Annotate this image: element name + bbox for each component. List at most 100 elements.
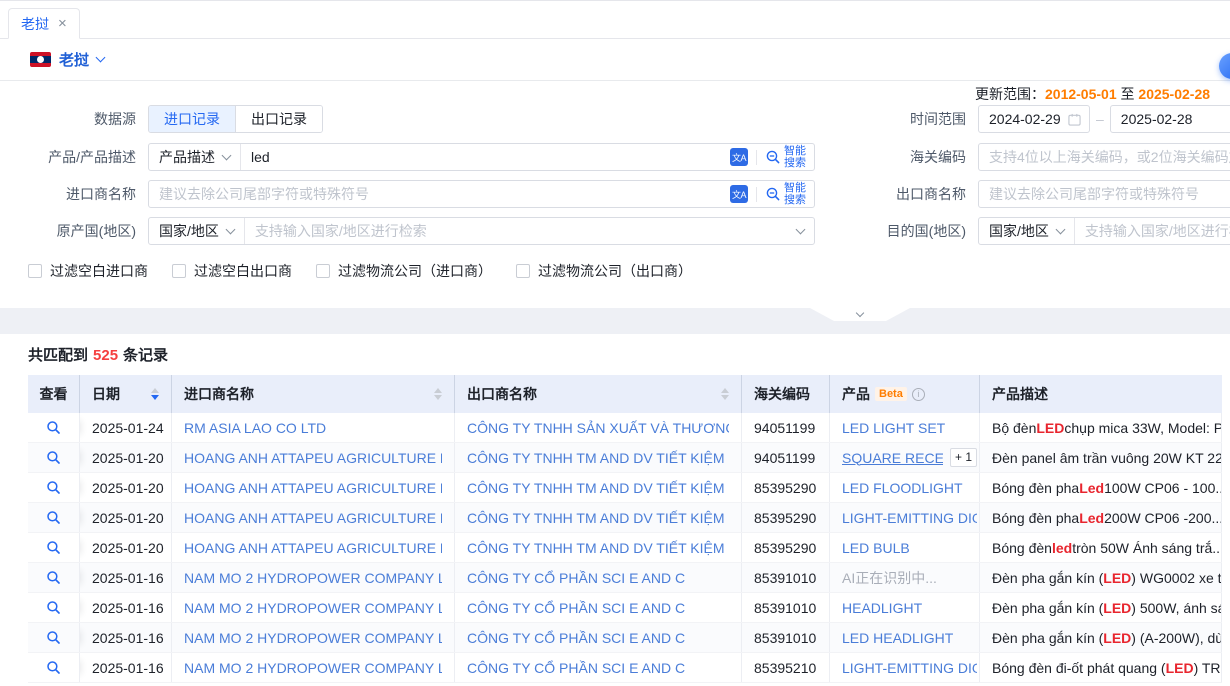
importer-link[interactable]: NAM MO 2 HYDROPOWER COMPANY LIMI... bbox=[184, 600, 442, 616]
sort-icons[interactable] bbox=[151, 388, 159, 400]
exporter-link[interactable]: CÔNG TY CỔ PHẦN SCI E AND C bbox=[467, 600, 685, 616]
exporter-link[interactable]: CÔNG TY TNHH TM AND DV TIẾT KIỆM NĂ... bbox=[467, 480, 729, 496]
view-record-button[interactable] bbox=[46, 450, 61, 465]
product-link[interactable]: LIGHT-EMITTING DIO... bbox=[842, 510, 977, 526]
table-body: 2025-01-24 RM ASIA LAO CO LTD CÔNG TY TN… bbox=[28, 413, 1222, 683]
translate-icon[interactable]: 文A bbox=[730, 185, 748, 203]
product-link[interactable]: LED HEADLIGHT bbox=[842, 630, 953, 646]
date-cell: 2025-01-20 bbox=[80, 533, 172, 562]
filter-logistics-exporter-checkbox[interactable]: 过滤物流公司（出口商） bbox=[516, 261, 692, 281]
importer-cell: HOANG ANH ATTAPEU AGRICULTURE DEVE... bbox=[172, 503, 455, 532]
product-link[interactable]: HEADLIGHT bbox=[842, 600, 922, 616]
importer-link[interactable]: HOANG ANH ATTAPEU AGRICULTURE DEVE... bbox=[184, 510, 442, 526]
view-cell bbox=[28, 563, 80, 592]
filter-logistics-importer-checkbox[interactable]: 过滤物流公司（进口商） bbox=[316, 261, 492, 281]
product-link[interactable]: LIGHT-EMITTING DIO... bbox=[842, 660, 977, 676]
col-header-date[interactable]: 日期 bbox=[80, 375, 172, 413]
panel-gap bbox=[0, 308, 1230, 334]
product-link[interactable]: AI正在识别中... bbox=[842, 568, 937, 588]
view-record-button[interactable] bbox=[46, 630, 61, 645]
exporter-cell: CÔNG TY TNHH TM AND DV TIẾT KIỆM NĂ... bbox=[455, 533, 742, 562]
product-cell: LED BULB bbox=[830, 533, 980, 562]
table-row: 2025-01-20 HOANG ANH ATTAPEU AGRICULTURE… bbox=[28, 473, 1222, 503]
importer-link[interactable]: NAM MO 2 HYDROPOWER COMPANY LIMI... bbox=[184, 630, 442, 646]
view-record-button[interactable] bbox=[46, 570, 61, 585]
importer-link[interactable]: HOANG ANH ATTAPEU AGRICULTURE DEVE... bbox=[184, 480, 442, 496]
chevron-down-icon bbox=[1055, 224, 1065, 234]
date-cell: 2025-01-20 bbox=[80, 503, 172, 532]
col-header-importer[interactable]: 进口商名称 bbox=[172, 375, 455, 413]
importer-link[interactable]: RM ASIA LAO CO LTD bbox=[184, 420, 326, 436]
exporter-link[interactable]: CÔNG TY CỔ PHẦN SCI E AND C bbox=[467, 660, 685, 676]
tab-laos[interactable]: 老挝 × bbox=[8, 8, 80, 39]
hs-code-label: 海关编码 bbox=[846, 147, 978, 167]
summary-prefix: 共匹配到 bbox=[28, 347, 88, 364]
update-range-label: 更新范围： bbox=[975, 86, 1045, 102]
info-icon[interactable] bbox=[912, 388, 925, 401]
product-cell: LIGHT-EMITTING DIO... bbox=[830, 653, 980, 682]
importer-cell: HOANG ANH ATTAPEU AGRICULTURE DEVE... bbox=[172, 473, 455, 502]
hs-code-cell: 85395290 bbox=[742, 473, 830, 502]
smart-search-button[interactable]: 智能搜索 bbox=[765, 182, 806, 206]
filter-blank-exporter-checkbox[interactable]: 过滤空白出口商 bbox=[172, 261, 292, 281]
table-row: 2025-01-20 HOANG ANH ATTAPEU AGRICULTURE… bbox=[28, 533, 1222, 563]
filter-blank-importer-checkbox[interactable]: 过滤空白进口商 bbox=[28, 261, 148, 281]
product-search-input[interactable] bbox=[241, 144, 730, 170]
smart-search-button[interactable]: 智能搜索 bbox=[765, 145, 806, 169]
import-records-option[interactable]: 进口记录 bbox=[149, 106, 235, 132]
export-records-option[interactable]: 出口记录 bbox=[235, 106, 322, 132]
exporter-link[interactable]: CÔNG TY CỔ PHẦN SCI E AND C bbox=[467, 570, 685, 586]
exporter-cell: CÔNG TY TNHH TM AND DV TIẾT KIỆM NĂ... bbox=[455, 443, 742, 472]
date-cell: 2025-01-16 bbox=[80, 563, 172, 592]
importer-link[interactable]: HOANG ANH ATTAPEU AGRICULTURE DEVE... bbox=[184, 450, 442, 466]
chevron-down-icon bbox=[225, 224, 235, 234]
exporter-link[interactable]: CÔNG TY CỔ PHẦN SCI E AND C bbox=[467, 630, 685, 646]
date-end-input[interactable]: 2025-02-28 bbox=[1110, 105, 1230, 133]
table-row: 2025-01-20 HOANG ANH ATTAPEU AGRICULTURE… bbox=[28, 503, 1222, 533]
importer-cell: HOANG ANH ATTAPEU AGRICULTURE DEVE... bbox=[172, 443, 455, 472]
view-record-button[interactable] bbox=[46, 480, 61, 495]
view-record-button[interactable] bbox=[46, 600, 61, 615]
exporter-link[interactable]: CÔNG TY TNHH TM AND DV TIẾT KIỆM NĂ... bbox=[467, 510, 729, 526]
view-record-button[interactable] bbox=[46, 660, 61, 675]
importer-link[interactable]: NAM MO 2 HYDROPOWER COMPANY LIMI... bbox=[184, 570, 442, 586]
tab-close-icon[interactable]: × bbox=[58, 16, 67, 31]
col-header-exporter[interactable]: 出口商名称 bbox=[455, 375, 742, 413]
filter-checkbox-row: 过滤空白进口商 过滤空白出口商 过滤物流公司（进口商） 过滤物流公司（出口商） bbox=[28, 261, 692, 281]
chevron-down-icon bbox=[96, 53, 106, 63]
collapse-filters-button[interactable] bbox=[810, 308, 910, 321]
exporter-link[interactable]: CÔNG TY TNHH SẢN XUẤT VÀ THƯƠNG M... bbox=[467, 420, 729, 436]
destination-country-select[interactable]: 国家/地区 bbox=[979, 218, 1075, 244]
product-link[interactable]: LED LIGHT SET bbox=[842, 420, 945, 436]
product-type-select[interactable]: 产品描述 bbox=[149, 144, 241, 170]
origin-country-input[interactable] bbox=[245, 218, 797, 244]
view-record-button[interactable] bbox=[46, 540, 61, 555]
importer-link[interactable]: NAM MO 2 HYDROPOWER COMPANY LIMI... bbox=[184, 660, 442, 676]
importer-name-input[interactable] bbox=[149, 181, 730, 207]
origin-country-label: 原产国(地区) bbox=[0, 221, 148, 241]
product-more-badge[interactable]: + 1 bbox=[950, 448, 977, 467]
hs-code-cell: 94051199 bbox=[742, 443, 830, 472]
exporter-link[interactable]: CÔNG TY TNHH TM AND DV TIẾT KIỆM NĂ... bbox=[467, 540, 729, 556]
product-link[interactable]: SQUARE RECESS... bbox=[842, 450, 943, 466]
date-start-input[interactable]: 2024-02-29 bbox=[978, 105, 1090, 133]
exporter-name-input[interactable] bbox=[978, 180, 1230, 208]
sort-icons[interactable] bbox=[721, 388, 729, 400]
view-record-button[interactable] bbox=[46, 420, 61, 435]
view-cell bbox=[28, 623, 80, 652]
origin-country-select[interactable]: 国家/地区 bbox=[149, 218, 245, 244]
exporter-link[interactable]: CÔNG TY TNHH TM AND DV TIẾT KIỆM NĂ... bbox=[467, 450, 729, 466]
view-record-button[interactable] bbox=[46, 510, 61, 525]
importer-link[interactable]: HOANG ANH ATTAPEU AGRICULTURE DEVE... bbox=[184, 540, 442, 556]
chevron-down-icon bbox=[222, 150, 232, 160]
table-row: 2025-01-16 NAM MO 2 HYDROPOWER COMPANY L… bbox=[28, 623, 1222, 653]
product-link[interactable]: LED FLOODLIGHT bbox=[842, 480, 963, 496]
destination-country-input[interactable] bbox=[1075, 218, 1230, 244]
product-link[interactable]: LED BULB bbox=[842, 540, 910, 556]
hs-code-cell: 85391010 bbox=[742, 623, 830, 652]
hs-code-input[interactable] bbox=[978, 143, 1230, 171]
translate-icon[interactable]: 文A bbox=[730, 148, 748, 166]
country-selector[interactable]: 老挝 bbox=[30, 49, 104, 70]
product-cell: LIGHT-EMITTING DIO... bbox=[830, 503, 980, 532]
sort-icons[interactable] bbox=[434, 388, 442, 400]
